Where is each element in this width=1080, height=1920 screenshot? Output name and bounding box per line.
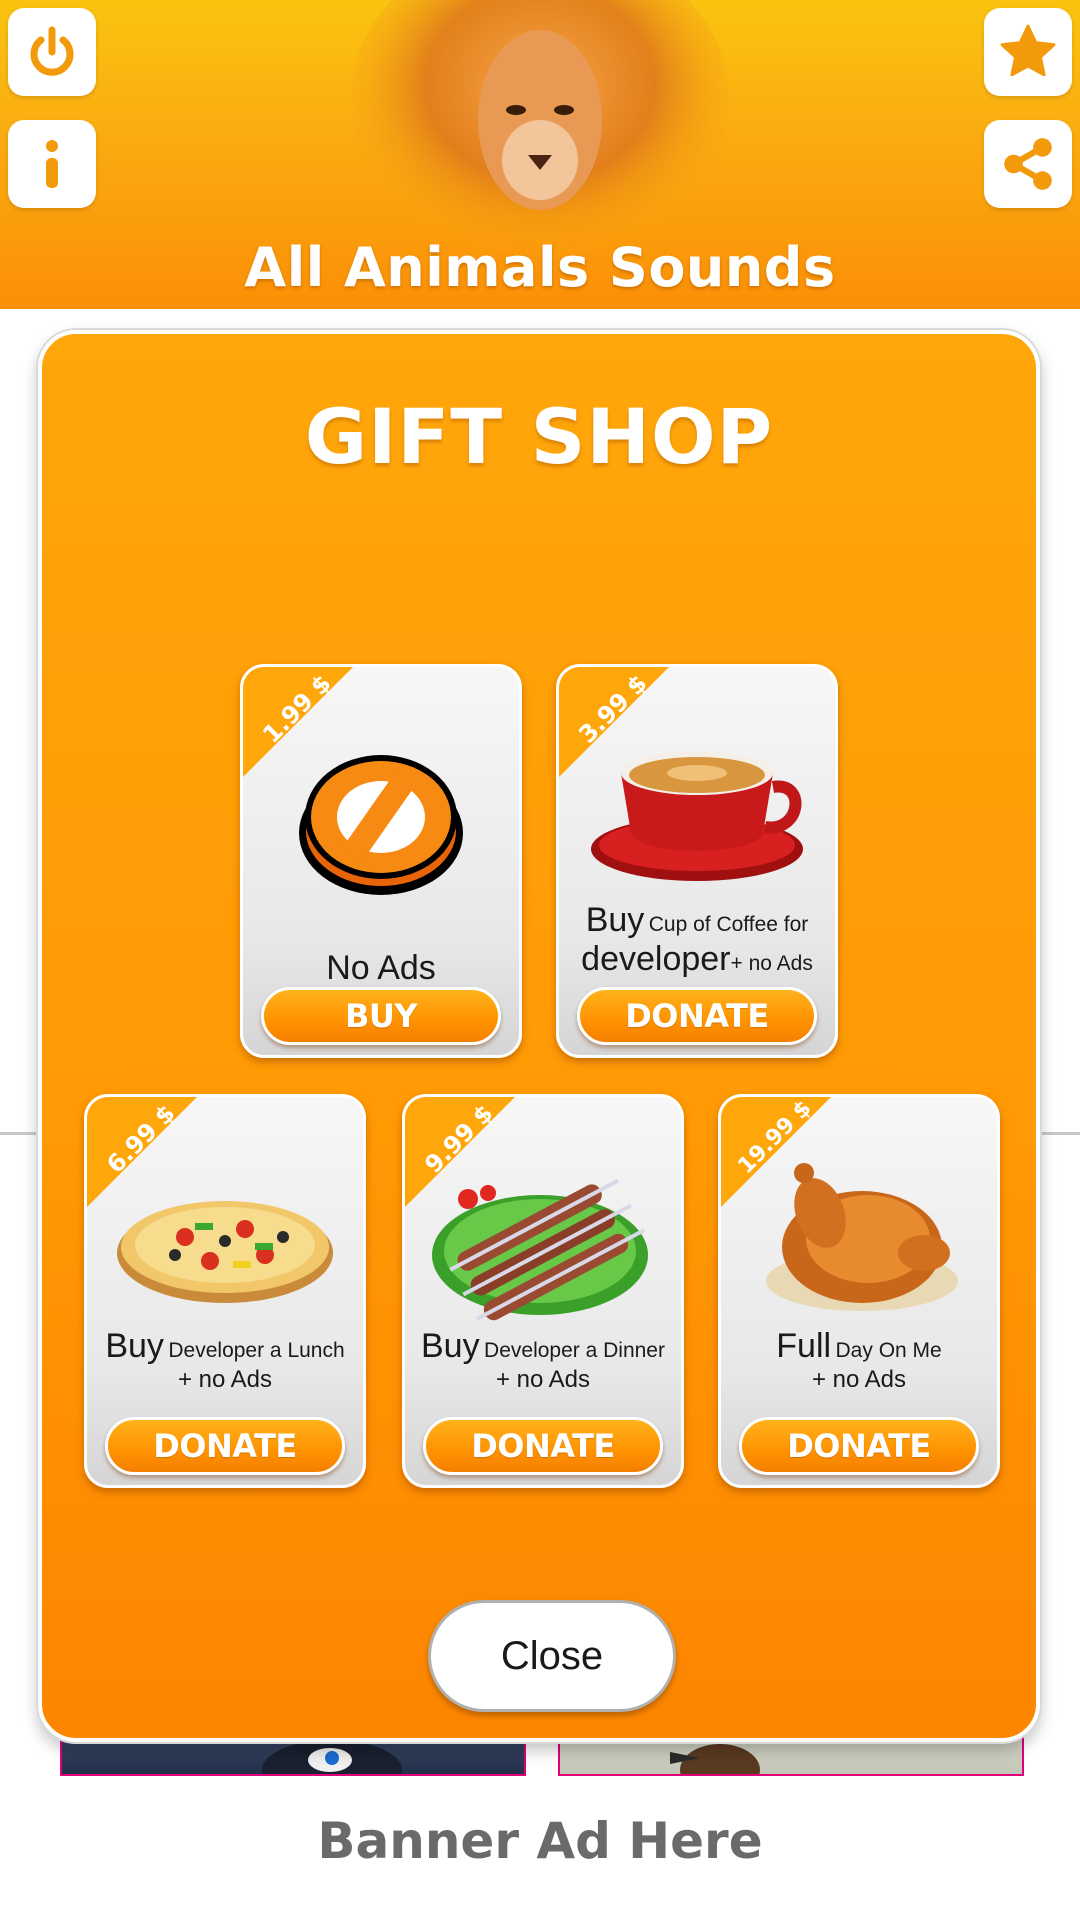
item-description: Buy Developer a Dinner + no Ads (411, 1327, 675, 1394)
donate-button[interactable]: DONATE (105, 1417, 345, 1475)
lion-header-image (350, 0, 730, 260)
star-icon (1000, 24, 1056, 77)
item-subtitle: Day On Me (835, 1339, 942, 1362)
donate-button[interactable]: DONATE (577, 987, 817, 1045)
gift-shop-dialog: GIFT SHOP 1.99 $ No Ads BUY 3.99 $ Buy C… (38, 330, 1040, 1742)
app-title: All Animals Sounds (244, 236, 836, 299)
item-title: Buy (421, 1327, 480, 1365)
gift-card-dinner: 9.99 $ Buy Developer a Dinner + no Ads D… (402, 1094, 684, 1488)
item-title-line2: developer (581, 940, 731, 979)
power-icon (30, 26, 74, 76)
roast-chicken-icon (766, 1163, 958, 1311)
banner-ad[interactable]: Banner Ad Here (0, 1812, 1080, 1870)
share-icon (1004, 138, 1052, 190)
power-button[interactable] (8, 8, 96, 96)
item-subtitle-line2: + no Ads (811, 1366, 907, 1394)
pizza-icon (117, 1201, 333, 1303)
background-divider (0, 1132, 40, 1135)
item-subtitle-line2: + no Ads (730, 952, 813, 976)
dialog-title: GIFT SHOP (304, 392, 774, 481)
item-subtitle-line2: + no Ads (495, 1366, 591, 1394)
info-button[interactable] (8, 120, 96, 208)
gift-card-lunch: 6.99 $ Buy Developer a Lunch + no Ads DO… (84, 1094, 366, 1488)
item-subtitle: Cup of Coffee for (648, 913, 809, 936)
kebab-icon (432, 1178, 648, 1322)
gift-card-no-ads: 1.99 $ No Ads BUY (240, 664, 522, 1058)
gift-card-coffee: 3.99 $ Buy Cup of Coffee for developer+ … (556, 664, 838, 1058)
item-description: No Ads (249, 949, 513, 988)
item-subtitle-line2: + no Ads (177, 1366, 273, 1394)
buy-button[interactable]: BUY (261, 987, 501, 1045)
item-subtitle: Developer a Lunch (168, 1339, 345, 1362)
close-button[interactable]: Close (428, 1600, 676, 1712)
item-subtitle: Developer a Dinner (484, 1339, 665, 1362)
coffee-cup-icon (591, 751, 803, 881)
item-title: Buy (105, 1327, 164, 1365)
item-title: Full (776, 1327, 832, 1365)
app-header: All Animals Sounds (0, 0, 1080, 309)
gift-card-full-day: 19.99 $ Full Day On Me + no Ads DONATE (718, 1094, 1000, 1488)
share-button[interactable] (984, 120, 1072, 208)
item-description: Buy Cup of Coffee for developer+ no Ads (565, 901, 829, 979)
info-icon (46, 140, 58, 188)
item-description: Full Day On Me + no Ads (727, 1327, 991, 1394)
item-title: No Ads (326, 949, 436, 987)
item-title: Buy (585, 901, 645, 939)
donate-button[interactable]: DONATE (423, 1417, 663, 1475)
item-description: Buy Developer a Lunch + no Ads (93, 1327, 357, 1394)
no-ads-icon (299, 755, 463, 895)
rate-button[interactable] (984, 8, 1072, 96)
donate-button[interactable]: DONATE (739, 1417, 979, 1475)
background-divider (1040, 1132, 1080, 1135)
